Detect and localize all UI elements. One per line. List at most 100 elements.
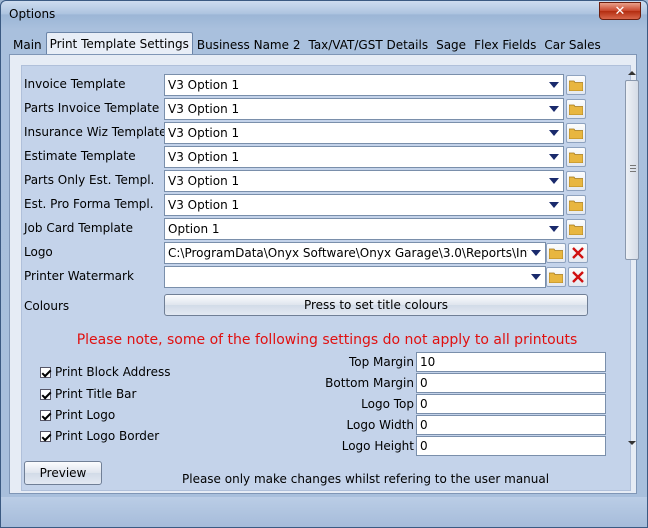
print-logo-border-label: Print Logo Border	[55, 429, 160, 443]
vertical-scrollbar[interactable]	[624, 66, 640, 450]
scroll-thumb[interactable]	[625, 80, 639, 260]
chevron-down-icon[interactable]	[546, 172, 562, 190]
print-logo-label: Print Logo	[55, 408, 116, 422]
invoice-template-browse-button[interactable]	[566, 75, 586, 95]
job-card-template-select[interactable]: Option 1	[164, 218, 564, 240]
logo-browse-button[interactable]	[546, 243, 566, 263]
chevron-down-icon[interactable]	[546, 124, 562, 142]
parts-invoice-template-value: V3 Option 1	[168, 102, 240, 116]
est-pro-forma-template-browse-button[interactable]	[566, 195, 586, 215]
print-block-address-checkbox[interactable]: Print Block Address	[40, 362, 170, 382]
delete-icon	[572, 271, 584, 283]
folder-icon	[569, 224, 583, 235]
parts-only-est-template-select[interactable]: V3 Option 1	[164, 170, 564, 192]
preview-button[interactable]: Preview	[24, 461, 102, 485]
estimate-template-row: Estimate Template V3 Option 1	[22, 146, 622, 168]
insurance-wiz-template-label: Insurance Wiz Template	[24, 125, 167, 139]
top-margin-input[interactable]: 10	[416, 352, 606, 372]
tab-car-sales[interactable]: Car Sales	[540, 34, 604, 55]
scroll-up-icon[interactable]	[624, 66, 640, 80]
estimate-template-select[interactable]: V3 Option 1	[164, 146, 564, 168]
tab-print-template-settings[interactable]: Print Template Settings	[45, 32, 193, 55]
top-margin-label: Top Margin	[348, 355, 414, 369]
chevron-down-icon[interactable]	[528, 244, 544, 262]
options-window: Options ✕ Main Print Template Settings B…	[0, 0, 648, 528]
invoice-template-select[interactable]: V3 Option 1	[164, 74, 564, 96]
chevron-down-icon[interactable]	[546, 220, 562, 238]
logo-width-input[interactable]: 0	[416, 415, 606, 435]
bottom-margin-input[interactable]: 0	[416, 373, 606, 393]
job-card-template-browse-button[interactable]	[566, 219, 586, 239]
logo-height-input[interactable]: 0	[416, 436, 606, 456]
chevron-down-icon[interactable]	[528, 268, 544, 286]
estimate-template-label: Estimate Template	[24, 149, 136, 163]
invoice-template-label: Invoice Template	[24, 77, 126, 91]
checkbox-checked-icon[interactable]	[40, 409, 51, 421]
colours-label: Colours	[24, 299, 70, 313]
bottom-margin-row: Bottom Margin 0	[286, 373, 606, 393]
settings-scroll-area: Invoice Template V3 Option 1 Parts Invoi…	[21, 65, 639, 491]
title-bar: Options ✕	[1, 1, 647, 29]
tab-sage[interactable]: Sage	[432, 34, 470, 55]
estimate-template-browse-button[interactable]	[566, 147, 586, 167]
parts-only-est-template-browse-button[interactable]	[566, 171, 586, 191]
printer-watermark-row: Printer Watermark	[22, 266, 622, 288]
job-card-template-row: Job Card Template Option 1	[22, 218, 622, 240]
set-title-colours-button[interactable]: Press to set title colours	[164, 294, 588, 316]
insurance-wiz-template-value: V3 Option 1	[168, 126, 240, 140]
chevron-down-icon[interactable]	[546, 76, 562, 94]
parts-only-est-template-label: Parts Only Est. Templ.	[24, 173, 155, 187]
est-pro-forma-template-select[interactable]: V3 Option 1	[164, 194, 564, 216]
logo-height-label: Logo Height	[341, 439, 414, 453]
printout-notice: Please note, some of the following setti…	[76, 332, 578, 348]
colours-row: Colours Press to set title colours	[22, 294, 622, 316]
folder-icon	[549, 248, 563, 259]
close-icon: ✕	[614, 3, 626, 19]
est-pro-forma-template-value: V3 Option 1	[168, 198, 240, 212]
job-card-template-value: Option 1	[168, 222, 220, 236]
scroll-down-icon[interactable]	[624, 436, 640, 450]
tab-tax-vat-gst-details[interactable]: Tax/VAT/GST Details	[304, 34, 432, 55]
tab-flex-fields[interactable]: Flex Fields	[470, 34, 540, 55]
printer-watermark-label: Printer Watermark	[24, 269, 134, 283]
watermark-clear-button[interactable]	[568, 267, 588, 287]
folder-icon	[569, 80, 583, 91]
delete-icon	[572, 247, 584, 259]
checkbox-checked-icon[interactable]	[40, 388, 51, 400]
invoice-template-value: V3 Option 1	[168, 78, 240, 92]
folder-icon	[569, 200, 583, 211]
window-title: Options	[9, 7, 56, 21]
insurance-wiz-template-select[interactable]: V3 Option 1	[164, 122, 564, 144]
folder-icon	[569, 176, 583, 187]
tab-business-name-2[interactable]: Business Name 2	[193, 34, 305, 55]
logo-path-select[interactable]: C:\ProgramData\Onyx Software\Onyx Garage…	[164, 242, 546, 264]
parts-invoice-template-browse-button[interactable]	[566, 99, 586, 119]
chevron-down-icon[interactable]	[546, 100, 562, 118]
tab-main[interactable]: Main	[9, 34, 46, 55]
chevron-down-icon[interactable]	[546, 148, 562, 166]
logo-top-row: Logo Top 0	[286, 394, 606, 414]
checkbox-checked-icon[interactable]	[40, 366, 51, 378]
logo-path-value: C:\ProgramData\Onyx Software\Onyx Garage…	[168, 246, 528, 260]
parts-only-est-template-value: V3 Option 1	[168, 174, 240, 188]
close-button[interactable]: ✕	[599, 2, 641, 20]
chevron-down-icon[interactable]	[546, 196, 562, 214]
parts-invoice-template-row: Parts Invoice Template V3 Option 1	[22, 98, 622, 120]
tab-strip: Main Print Template Settings Business Na…	[9, 32, 605, 55]
printer-watermark-select[interactable]	[164, 266, 546, 288]
insurance-wiz-template-row: Insurance Wiz Template V3 Option 1	[22, 122, 622, 144]
parts-invoice-template-select[interactable]: V3 Option 1	[164, 98, 564, 120]
watermark-browse-button[interactable]	[546, 267, 566, 287]
checkbox-checked-icon[interactable]	[40, 430, 51, 442]
est-pro-forma-template-row: Est. Pro Forma Templ. V3 Option 1	[22, 194, 622, 216]
top-margin-row: Top Margin 10	[286, 352, 606, 372]
logo-clear-button[interactable]	[568, 243, 588, 263]
logo-top-input[interactable]: 0	[416, 394, 606, 414]
print-logo-border-checkbox[interactable]: Print Logo Border	[40, 426, 159, 446]
estimate-template-value: V3 Option 1	[168, 150, 240, 164]
print-title-bar-checkbox[interactable]: Print Title Bar	[40, 384, 136, 404]
print-logo-checkbox[interactable]: Print Logo	[40, 405, 115, 425]
bottom-margin-label: Bottom Margin	[325, 376, 414, 390]
insurance-wiz-template-browse-button[interactable]	[566, 123, 586, 143]
print-title-bar-label: Print Title Bar	[55, 387, 137, 401]
